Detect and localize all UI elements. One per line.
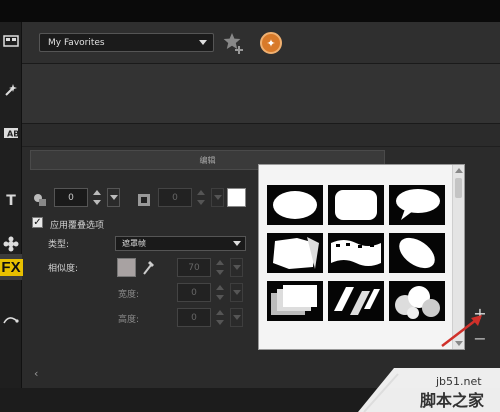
watermark-url: jb51.net [435, 375, 482, 388]
path-button[interactable] [0, 306, 22, 332]
transition-icon: AB [4, 128, 19, 139]
height-value: 0 [191, 312, 197, 323]
stepper-up-icon [215, 260, 224, 266]
type-label: 类型: [48, 240, 70, 250]
top-bar [0, 0, 500, 22]
shadow-value: 0 [172, 192, 178, 203]
similarity-reset-button [230, 258, 243, 277]
library-area [22, 64, 500, 124]
similarity-label: 相似度: [48, 264, 79, 274]
chevron-down-icon [199, 40, 207, 45]
stepper-up-icon [215, 285, 224, 291]
type-select[interactable]: 遮罩帧 [115, 236, 246, 251]
star-plus-icon[interactable] [222, 31, 246, 55]
similarity-field: 70 [177, 258, 211, 277]
type-value: 遮罩帧 [122, 239, 146, 248]
shadow-reset-button [211, 188, 224, 207]
chevron-down-icon [233, 241, 241, 246]
favorites-dropdown-value: My Favorites [48, 37, 105, 48]
svg-text:AB: AB [7, 130, 19, 139]
app-window: AB T FX My Favorites ✦ 编辑 0 0 ✓ 应用覆叠选项 类… [0, 22, 500, 388]
scroll-thumb[interactable] [455, 178, 462, 198]
eyedropper-icon[interactable] [142, 258, 156, 276]
stepper-down-icon[interactable] [92, 199, 101, 205]
border-icon [34, 194, 46, 206]
transition-button[interactable]: AB [0, 120, 22, 146]
chevron-down-icon [232, 315, 241, 320]
chevron-left-icon[interactable]: ‹ [34, 367, 38, 380]
library-header: My Favorites ✦ [22, 22, 500, 64]
layered-rect-mask[interactable] [267, 281, 323, 321]
chevron-down-icon [109, 195, 118, 200]
watermark-brand: 脚本之家 [420, 391, 485, 410]
bubbles-mask[interactable] [389, 281, 445, 321]
stepper-up-icon [196, 190, 205, 196]
medal-icon[interactable]: ✦ [260, 32, 282, 54]
similarity-value: 70 [188, 262, 200, 273]
film-strip-mask[interactable] [328, 233, 384, 273]
border-width-reset-button[interactable] [107, 188, 120, 207]
title-button[interactable]: T [0, 188, 22, 214]
chevron-down-icon [232, 290, 241, 295]
shadow-stepper [195, 188, 206, 207]
annotation-arrow [441, 315, 482, 347]
similarity-stepper [214, 258, 225, 277]
stepper-down-icon [215, 269, 224, 275]
tool-rail: AB T FX [0, 22, 23, 388]
chevron-down-icon [213, 195, 222, 200]
height-reset-button [230, 308, 243, 327]
key-color-swatch[interactable] [117, 258, 136, 277]
apply-overlay-checkbox[interactable]: ✓ [32, 217, 43, 228]
title-icon: T [6, 193, 16, 209]
instant-project-icon [5, 84, 17, 96]
media-button[interactable] [0, 28, 22, 54]
rounded-rect-mask[interactable] [328, 185, 384, 225]
width-stepper [214, 283, 225, 302]
filter-button[interactable]: FX [0, 254, 23, 280]
width-reset-button [230, 283, 243, 302]
edit-label: 编辑 [199, 155, 216, 165]
apply-overlay-label: 应用覆叠选项 [50, 221, 105, 231]
graphic-icon [3, 236, 19, 252]
width-field: 0 [177, 283, 211, 302]
media-icon [3, 35, 19, 47]
width-value: 0 [191, 287, 197, 298]
shadow-field: 0 [158, 188, 192, 207]
shadow-icon [138, 194, 150, 206]
scroll-up-icon[interactable] [455, 168, 463, 173]
path-icon [3, 317, 19, 324]
divider [22, 146, 500, 147]
instant-project-button[interactable] [0, 77, 22, 103]
width-label: 宽度: [118, 290, 140, 300]
oval-mask[interactable] [267, 185, 323, 225]
border-color-swatch[interactable] [227, 188, 246, 207]
rotated-oval-mask[interactable] [389, 233, 445, 273]
border-width-stepper[interactable] [91, 188, 102, 207]
stepper-down-icon [196, 199, 205, 205]
stepper-up-icon [215, 310, 224, 316]
torn-paper-mask[interactable] [267, 233, 323, 273]
height-label: 高度: [118, 315, 140, 325]
border-width-value: 0 [68, 192, 74, 203]
watermark-logo: jb51.net 脚本之家 [358, 368, 500, 412]
stepper-down-icon [215, 294, 224, 300]
stepper-down-icon [215, 319, 224, 325]
height-field: 0 [177, 308, 211, 327]
broken-bars-mask[interactable] [328, 281, 384, 321]
speech-bubble-mask[interactable] [389, 185, 445, 225]
favorites-dropdown[interactable]: My Favorites [39, 33, 214, 52]
stepper-up-icon[interactable] [92, 190, 101, 196]
chevron-down-icon [232, 265, 241, 270]
fx-filter-icon: FX [0, 258, 23, 276]
height-stepper [214, 308, 225, 327]
border-width-field[interactable]: 0 [54, 188, 88, 207]
mask-gallery [258, 164, 465, 350]
